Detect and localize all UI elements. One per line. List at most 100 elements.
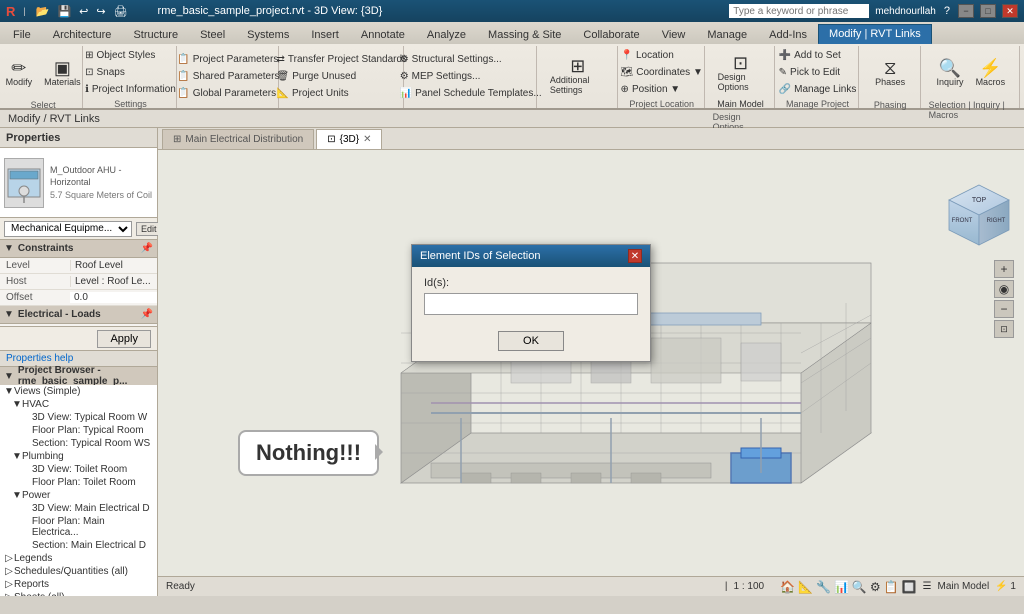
mep-settings-btn[interactable]: ⚙ MEP Settings... (395, 69, 547, 84)
constraints-toggle[interactable]: ▼ (4, 243, 14, 254)
apply-button[interactable]: Apply (97, 330, 151, 348)
structural-settings-btn[interactable]: ⚙ Structural Settings... (395, 52, 547, 67)
tree-item-6[interactable]: 3D View: Toilet Room (0, 463, 157, 476)
dialog-ok-button[interactable]: OK (498, 331, 564, 351)
tree-item-3[interactable]: Floor Plan: Typical Room (0, 424, 157, 437)
sb-icon-5[interactable]: 🔍 (852, 580, 867, 594)
tree-toggle-8[interactable]: ▼ (12, 490, 22, 501)
sb-icon-2[interactable]: 📐 (798, 580, 813, 594)
tree-item-13[interactable]: ▷ Schedules/Quantities (all) (0, 565, 157, 578)
tree-item-9[interactable]: 3D View: Main Electrical D (0, 502, 157, 515)
properties-help-link[interactable]: Properties help (0, 350, 157, 366)
zoom-scroll[interactable]: ◉ (994, 280, 1014, 298)
pb-toggle[interactable]: ▼ (4, 371, 14, 382)
ribbon-tab-systems[interactable]: Systems (236, 24, 300, 44)
qa-undo[interactable]: ↩ (77, 5, 90, 18)
nav-cube[interactable]: TOP FRONT RIGHT (944, 180, 1014, 250)
tree-item-14[interactable]: ▷ Reports (0, 578, 157, 591)
ribbon-tab-steel[interactable]: Steel (189, 24, 236, 44)
tab-3d-close[interactable]: ✕ (363, 134, 371, 145)
ribbon-tab-manage[interactable]: Manage (696, 24, 758, 44)
snaps-btn[interactable]: ⊡ Snaps (80, 65, 181, 80)
dialog-close-button[interactable]: ✕ (628, 249, 642, 263)
electrical-toggle[interactable]: ▼ (4, 309, 14, 320)
ribbon-tab-collaborate[interactable]: Collaborate (572, 24, 650, 44)
ribbon-tab-structure[interactable]: Structure (122, 24, 189, 44)
proj-units-btn[interactable]: 📐 Project Units (272, 86, 413, 101)
ribbon-tab-add-ins[interactable]: Add-Ins (758, 24, 818, 44)
tree-toggle-5[interactable]: ▼ (12, 451, 22, 462)
manage-links-btn[interactable]: 🔗 Manage Links (774, 82, 862, 97)
close-btn[interactable]: ✕ (1002, 4, 1018, 18)
sb-icon-6[interactable]: ⚙ (870, 580, 881, 594)
tab-3d[interactable]: ⊡ {3D} ✕ (316, 129, 382, 149)
qa-print[interactable]: 🖨 (112, 5, 130, 18)
zoom-in-btn[interactable]: + (994, 260, 1014, 278)
position-btn[interactable]: ⊕ Position ▼ (616, 82, 708, 97)
search-input[interactable] (729, 4, 869, 18)
additional-btn[interactable]: ⊞ Additional Settings (545, 51, 611, 101)
viewport[interactable]: Nothing!!! (158, 150, 1024, 576)
sb-icon-4[interactable]: 📊 (834, 580, 849, 594)
ribbon-tab-file[interactable]: File (2, 24, 42, 44)
tree-toggle-15[interactable]: ▷ (4, 592, 14, 596)
ribbon-tab-view[interactable]: View (651, 24, 697, 44)
modify-btn[interactable]: ✏ Modify (1, 48, 38, 98)
constraints-section-header[interactable]: ▼ Constraints 📌 (0, 240, 157, 258)
zoom-out-btn[interactable]: − (994, 300, 1014, 318)
shared-params-btn[interactable]: 📋 Shared Parameters (172, 69, 284, 84)
sb-icon-1[interactable]: 🏠 (780, 580, 795, 594)
inquiry-btn[interactable]: 🔍 Inquiry (932, 48, 969, 98)
macros-btn[interactable]: ⚡ Macros (971, 48, 1011, 98)
tree-item-0[interactable]: ▼ Views (Simple) (0, 385, 157, 398)
tree-item-10[interactable]: Floor Plan: Main Electrica... (0, 515, 157, 539)
project-params-btn[interactable]: 📋 Project Parameters (172, 52, 284, 67)
tree-item-15[interactable]: ▷ Sheets (all) (0, 591, 157, 596)
tree-item-5[interactable]: ▼ Plumbing (0, 450, 157, 463)
tree-item-7[interactable]: Floor Plan: Toilet Room (0, 476, 157, 489)
global-params-btn[interactable]: 📋 Global Parameters (172, 86, 284, 101)
design-options-btn[interactable]: ⊡ Design Options (713, 48, 769, 98)
tree-item-1[interactable]: ▼ HVAC (0, 398, 157, 411)
ribbon-tab-annotate[interactable]: Annotate (350, 24, 416, 44)
ribbon-tab-architecture[interactable]: Architecture (42, 24, 123, 44)
pick-to-edit-btn[interactable]: ✎ Pick to Edit (774, 65, 862, 80)
tree-toggle-13[interactable]: ▷ (4, 566, 14, 577)
transfer-btn[interactable]: ⇄ Transfer Project Standards (272, 52, 413, 67)
dialog-id-input[interactable] (424, 293, 638, 315)
qa-save[interactable]: 💾 (55, 5, 73, 18)
purge-btn[interactable]: 🗑 Purge Unused (272, 69, 413, 84)
coordinates-btn[interactable]: 🗺 Coordinates ▼ (616, 65, 708, 80)
maximize-btn[interactable]: □ (980, 4, 996, 18)
tree-item-12[interactable]: ▷ Legends (0, 552, 157, 565)
zoom-frame-btn[interactable]: ⊡ (994, 320, 1014, 338)
project-info-btn[interactable]: ℹ Project Information (80, 82, 181, 97)
electrical-section-header[interactable]: ▼ Electrical - Loads 📌 (0, 306, 157, 324)
materials-btn[interactable]: ▣ Materials (39, 48, 86, 98)
ribbon-tab-analyze[interactable]: Analyze (416, 24, 477, 44)
qa-redo[interactable]: ↪ (94, 5, 107, 18)
minimize-btn[interactable]: − (958, 4, 974, 18)
tree-item-8[interactable]: ▼ Power (0, 489, 157, 502)
phases-btn[interactable]: ⧖ Phases (870, 48, 910, 98)
object-styles-btn[interactable]: ⊞ Object Styles (80, 48, 181, 63)
tree-toggle-1[interactable]: ▼ (12, 399, 22, 410)
sb-icon-7[interactable]: 📋 (884, 580, 899, 594)
sb-icon-8[interactable]: 🔲 (902, 580, 917, 594)
tab-main-electrical[interactable]: ⊞ Main Electrical Distribution (162, 129, 314, 149)
type-dropdown[interactable]: Mechanical Equipme... (4, 221, 132, 237)
qa-open[interactable]: 📂 (34, 5, 52, 18)
ribbon-tab-modify---rvt-links[interactable]: Modify | RVT Links (818, 24, 932, 44)
ribbon-tab-massing---site[interactable]: Massing & Site (477, 24, 572, 44)
tree-toggle-12[interactable]: ▷ (4, 553, 14, 564)
help-btn[interactable]: ? (942, 5, 952, 17)
panel-sched-btn[interactable]: 📊 Panel Schedule Templates... (395, 86, 547, 101)
ribbon-tab-insert[interactable]: Insert (300, 24, 350, 44)
tree-toggle-0[interactable]: ▼ (4, 386, 14, 397)
tree-item-4[interactable]: Section: Typical Room WS (0, 437, 157, 450)
tree-toggle-14[interactable]: ▷ (4, 579, 14, 590)
tree-item-11[interactable]: Section: Main Electrical D (0, 539, 157, 552)
sb-icon-3[interactable]: 🔧 (816, 580, 831, 594)
location-btn[interactable]: 📍 Location (616, 48, 708, 63)
electrical-pin[interactable]: 📌 (141, 309, 153, 320)
